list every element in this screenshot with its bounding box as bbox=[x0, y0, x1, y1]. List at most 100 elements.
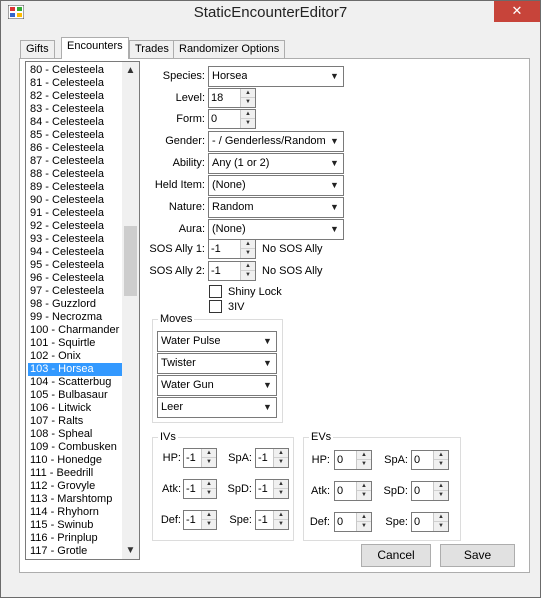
list-scrollbar[interactable]: ▲ ▼ bbox=[122, 62, 139, 559]
ev-spe-spinner[interactable]: 0 ▲ ▼ bbox=[411, 512, 449, 532]
spin-up-icon[interactable]: ▲ bbox=[202, 449, 216, 458]
spin-up-icon[interactable]: ▲ bbox=[241, 110, 255, 119]
list-item[interactable]: 99 - Necrozma bbox=[28, 311, 122, 324]
iv-spe-spinner[interactable]: -1 ▲ ▼ bbox=[255, 510, 289, 530]
list-item[interactable]: 100 - Charmander bbox=[28, 324, 122, 337]
sos-ally-2-spinner[interactable]: -1 ▲ ▼ bbox=[208, 261, 256, 281]
move-2-combo[interactable]: Twister ▼ bbox=[157, 353, 277, 374]
level-spinner[interactable]: 18 ▲ ▼ bbox=[208, 88, 256, 108]
spin-down-icon[interactable]: ▼ bbox=[202, 489, 216, 498]
chevron-down-icon[interactable]: ▼ bbox=[259, 398, 276, 417]
chevron-down-icon[interactable]: ▼ bbox=[259, 354, 276, 373]
spin-down-icon[interactable]: ▼ bbox=[202, 458, 216, 467]
shiny-lock-checkbox[interactable] bbox=[209, 285, 222, 298]
spin-up-icon[interactable]: ▲ bbox=[357, 482, 371, 491]
list-item[interactable]: 86 - Celesteela bbox=[28, 142, 122, 155]
spin-up-icon[interactable]: ▲ bbox=[241, 89, 255, 98]
spin-up-icon[interactable]: ▲ bbox=[274, 449, 288, 458]
list-item[interactable]: 95 - Celesteela bbox=[28, 259, 122, 272]
list-item[interactable]: 112 - Grovyle bbox=[28, 480, 122, 493]
move-4-combo[interactable]: Leer ▼ bbox=[157, 397, 277, 418]
ev-hp-spinner[interactable]: 0 ▲ ▼ bbox=[334, 450, 372, 470]
spin-up-icon[interactable]: ▲ bbox=[241, 240, 255, 249]
list-item[interactable]: 91 - Celesteela bbox=[28, 207, 122, 220]
spin-down-icon[interactable]: ▼ bbox=[241, 98, 255, 107]
iv-def-spinner[interactable]: -1 ▲ ▼ bbox=[183, 510, 217, 530]
tab-trades[interactable]: Trades bbox=[129, 40, 175, 59]
scroll-thumb[interactable] bbox=[124, 226, 137, 296]
spin-up-icon[interactable]: ▲ bbox=[274, 511, 288, 520]
list-item[interactable]: 103 - Horsea bbox=[28, 363, 122, 376]
ev-spd-spinner[interactable]: 0 ▲ ▼ bbox=[411, 481, 449, 501]
list-item[interactable]: 102 - Onix bbox=[28, 350, 122, 363]
list-item[interactable]: 82 - Celesteela bbox=[28, 90, 122, 103]
spin-down-icon[interactable]: ▼ bbox=[357, 522, 371, 531]
list-item[interactable]: 109 - Combusken bbox=[28, 441, 122, 454]
spin-up-icon[interactable]: ▲ bbox=[434, 451, 448, 460]
ev-def-spinner[interactable]: 0 ▲ ▼ bbox=[334, 512, 372, 532]
iv-spa-spinner[interactable]: -1 ▲ ▼ bbox=[255, 448, 289, 468]
chevron-down-icon[interactable]: ▼ bbox=[259, 376, 276, 395]
iv-hp-spinner[interactable]: -1 ▲ ▼ bbox=[183, 448, 217, 468]
spin-up-icon[interactable]: ▲ bbox=[202, 511, 216, 520]
list-item[interactable]: 110 - Honedge bbox=[28, 454, 122, 467]
spin-up-icon[interactable]: ▲ bbox=[357, 513, 371, 522]
list-item[interactable]: 117 - Grotle bbox=[28, 545, 122, 558]
chevron-down-icon[interactable]: ▼ bbox=[326, 154, 343, 173]
list-item[interactable]: 115 - Swinub bbox=[28, 519, 122, 532]
spin-down-icon[interactable]: ▼ bbox=[202, 520, 216, 529]
list-item[interactable]: 88 - Celesteela bbox=[28, 168, 122, 181]
spin-down-icon[interactable]: ▼ bbox=[274, 458, 288, 467]
list-item[interactable]: 106 - Litwick bbox=[28, 402, 122, 415]
list-item[interactable]: 96 - Celesteela bbox=[28, 272, 122, 285]
spin-down-icon[interactable]: ▼ bbox=[241, 119, 255, 128]
list-item[interactable]: 93 - Celesteela bbox=[28, 233, 122, 246]
spin-down-icon[interactable]: ▼ bbox=[357, 460, 371, 469]
spin-up-icon[interactable]: ▲ bbox=[357, 451, 371, 460]
list-item[interactable]: 97 - Celesteela bbox=[28, 285, 122, 298]
chevron-down-icon[interactable]: ▼ bbox=[326, 176, 343, 195]
spin-down-icon[interactable]: ▼ bbox=[241, 249, 255, 258]
species-combo[interactable]: Horsea ▼ bbox=[208, 66, 344, 87]
list-item[interactable]: 108 - Spheal bbox=[28, 428, 122, 441]
chevron-down-icon[interactable]: ▼ bbox=[326, 67, 343, 86]
list-item[interactable]: 83 - Celesteela bbox=[28, 103, 122, 116]
list-item[interactable]: 85 - Celesteela bbox=[28, 129, 122, 142]
encounter-listbox[interactable]: 80 - Celesteela 81 - Celesteela 82 - Celes… bbox=[25, 61, 140, 560]
list-item[interactable]: 107 - Ralts bbox=[28, 415, 122, 428]
close-button[interactable]: ✕ bbox=[494, 1, 540, 22]
list-item[interactable]: 87 - Celesteela bbox=[28, 155, 122, 168]
spin-down-icon[interactable]: ▼ bbox=[434, 491, 448, 500]
ability-combo[interactable]: Any (1 or 2) ▼ bbox=[208, 153, 344, 174]
ev-atk-spinner[interactable]: 0 ▲ ▼ bbox=[334, 481, 372, 501]
nature-combo[interactable]: Random ▼ bbox=[208, 197, 344, 218]
spin-up-icon[interactable]: ▲ bbox=[241, 262, 255, 271]
scroll-down-arrow-icon[interactable]: ▼ bbox=[122, 542, 139, 559]
held-item-combo[interactable]: (None) ▼ bbox=[208, 175, 344, 196]
cancel-button[interactable]: Cancel bbox=[361, 544, 431, 567]
list-item[interactable]: 80 - Celesteela bbox=[28, 64, 122, 77]
list-item[interactable]: 84 - Celesteela bbox=[28, 116, 122, 129]
spin-down-icon[interactable]: ▼ bbox=[241, 271, 255, 280]
iv-atk-spinner[interactable]: -1 ▲ ▼ bbox=[183, 479, 217, 499]
chevron-down-icon[interactable]: ▼ bbox=[259, 332, 276, 351]
spin-down-icon[interactable]: ▼ bbox=[357, 491, 371, 500]
list-item[interactable]: 90 - Celesteela bbox=[28, 194, 122, 207]
spin-up-icon[interactable]: ▲ bbox=[434, 482, 448, 491]
list-item[interactable]: 92 - Celesteela bbox=[28, 220, 122, 233]
list-item[interactable]: 89 - Celesteela bbox=[28, 181, 122, 194]
chevron-down-icon[interactable]: ▼ bbox=[326, 220, 343, 239]
list-item[interactable]: 98 - Guzzlord bbox=[28, 298, 122, 311]
move-3-combo[interactable]: Water Gun ▼ bbox=[157, 375, 277, 396]
chevron-down-icon[interactable]: ▼ bbox=[326, 198, 343, 217]
three-iv-checkbox[interactable] bbox=[209, 300, 222, 313]
list-item[interactable]: 113 - Marshtomp bbox=[28, 493, 122, 506]
ev-spa-spinner[interactable]: 0 ▲ ▼ bbox=[411, 450, 449, 470]
list-item[interactable]: 101 - Squirtle bbox=[28, 337, 122, 350]
gender-combo[interactable]: - / Genderless/Random ▼ bbox=[208, 131, 344, 152]
list-item[interactable]: 104 - Scatterbug bbox=[28, 376, 122, 389]
move-1-combo[interactable]: Water Pulse ▼ bbox=[157, 331, 277, 352]
list-item[interactable]: 116 - Prinplup bbox=[28, 532, 122, 545]
spin-down-icon[interactable]: ▼ bbox=[274, 520, 288, 529]
list-item[interactable]: 111 - Beedrill bbox=[28, 467, 122, 480]
